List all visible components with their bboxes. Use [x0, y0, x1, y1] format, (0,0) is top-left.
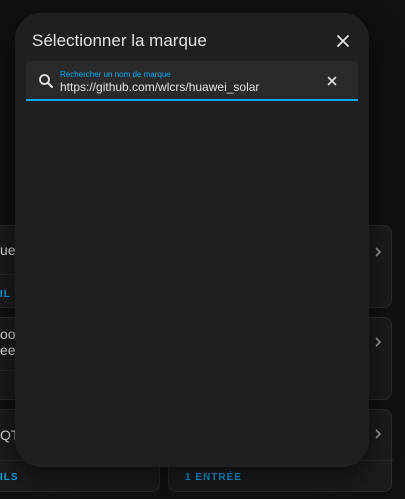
- card-link[interactable]: IL: [0, 289, 11, 300]
- chevron-right-icon: [375, 337, 382, 347]
- search-icon: [39, 74, 53, 88]
- clear-icon: [327, 76, 337, 86]
- chevron-right-icon: [375, 247, 382, 257]
- close-icon: [337, 35, 349, 47]
- select-brand-dialog: Sélectionner la marque Rechercher un nom…: [15, 13, 369, 467]
- close-button[interactable]: [331, 29, 355, 53]
- chevron-right-icon: [375, 429, 382, 439]
- search-input[interactable]: [60, 79, 310, 95]
- dialog-title: Sélectionner la marque: [32, 31, 207, 50]
- search-label: Rechercher un nom de marque: [60, 70, 171, 79]
- search-field[interactable]: Rechercher un nom de marque: [26, 61, 358, 101]
- card-link[interactable]: ILS: [0, 472, 19, 483]
- clear-search-button[interactable]: [324, 73, 340, 89]
- card-link-entries[interactable]: 1 ENTRÉE: [185, 472, 242, 483]
